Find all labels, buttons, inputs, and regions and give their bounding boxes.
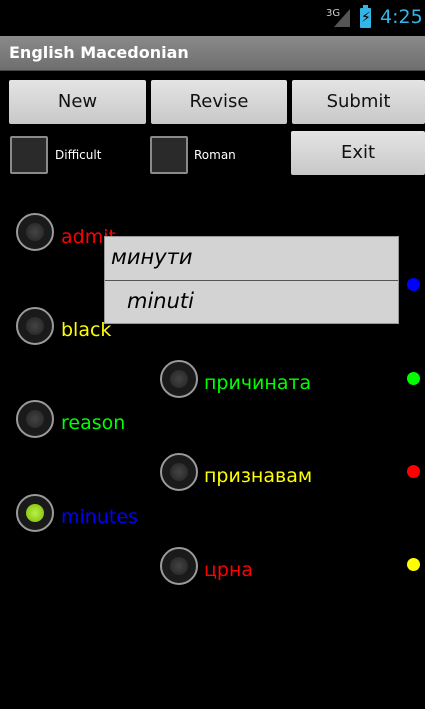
popup-divider [105, 280, 398, 281]
radio-macedonian-priznavam[interactable] [160, 453, 198, 491]
signal-icon [334, 9, 350, 27]
difficult-label: Difficult [55, 148, 102, 162]
macedonian-word-priznavam[interactable]: признавам [204, 465, 312, 487]
difficult-checkbox[interactable] [10, 136, 48, 174]
radio-macedonian-crna[interactable] [160, 547, 198, 585]
macedonian-word-prichinata[interactable]: причината [204, 372, 311, 394]
app-title: English Macedonian [9, 43, 189, 62]
status-bar: 3G ⚡ 4:25 [0, 0, 425, 36]
english-word-reason[interactable]: reason [61, 412, 125, 434]
popup-cyrillic-word: минути [111, 245, 193, 269]
battery-icon: ⚡ [360, 5, 371, 28]
roman-label: Roman [194, 148, 236, 162]
indicator-dot-yellow [407, 558, 420, 571]
indicator-dot-blue [407, 278, 420, 291]
radio-macedonian-prichinata[interactable] [160, 360, 198, 398]
app-title-bar: English Macedonian [0, 36, 425, 71]
radio-english-admit[interactable] [16, 213, 54, 251]
english-word-minutes[interactable]: minutes [61, 506, 138, 528]
new-button[interactable]: New [9, 80, 146, 124]
status-time: 4:25 [380, 6, 423, 28]
popup-roman-word: minuti [127, 289, 194, 313]
roman-checkbox[interactable] [150, 136, 188, 174]
revise-button[interactable]: Revise [151, 80, 287, 124]
exit-button[interactable]: Exit [291, 131, 425, 175]
radio-english-black[interactable] [16, 307, 54, 345]
radio-english-reason[interactable] [16, 400, 54, 438]
macedonian-word-crna[interactable]: црна [204, 559, 253, 581]
submit-button[interactable]: Submit [292, 80, 425, 124]
translation-popup[interactable]: минути minuti [104, 236, 399, 324]
radio-english-minutes[interactable] [16, 494, 54, 532]
indicator-dot-green [407, 372, 420, 385]
indicator-dot-red [407, 465, 420, 478]
